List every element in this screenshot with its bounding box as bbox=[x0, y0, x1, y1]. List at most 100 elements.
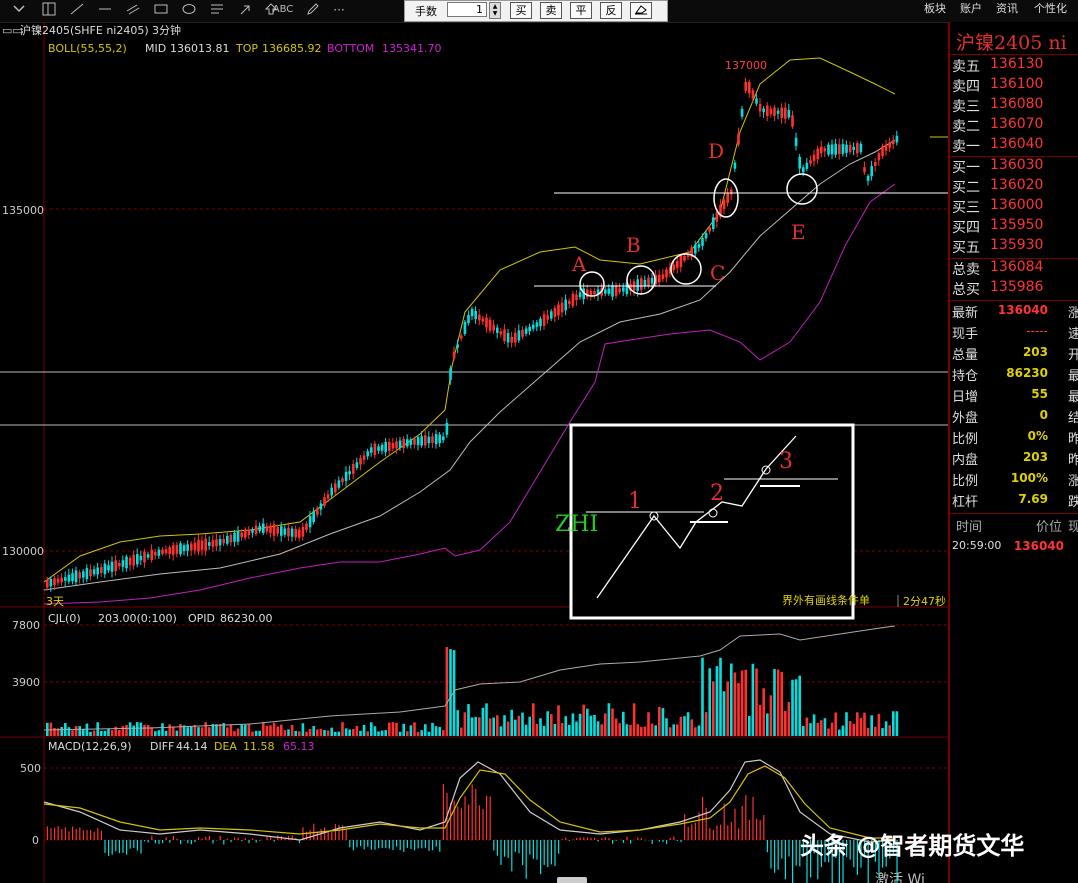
macd-bar bbox=[543, 840, 545, 865]
flat-button[interactable]: 平 bbox=[570, 2, 592, 19]
ask-3[interactable]: 卖三 136080 bbox=[952, 96, 1078, 116]
boll-bottom-label: BOTTOM bbox=[327, 42, 374, 55]
qty-stepper[interactable]: ▲ ▼ bbox=[489, 2, 501, 19]
y-tick-130000: 130000 bbox=[2, 545, 44, 558]
candle-body bbox=[676, 261, 679, 268]
stat-daily-change: 日增 55 最 bbox=[952, 387, 1078, 405]
buy-button[interactable]: 买 bbox=[510, 2, 532, 19]
macd-bar bbox=[784, 840, 786, 880]
macd-bar bbox=[144, 840, 146, 842]
macd-bar bbox=[766, 840, 768, 853]
stat-outer-volume: 外盘 0 结 bbox=[952, 408, 1078, 426]
candle-body bbox=[406, 439, 409, 447]
volume-bar bbox=[85, 723, 89, 736]
volume-bar bbox=[132, 725, 135, 736]
rectangle-icon[interactable] bbox=[152, 2, 170, 18]
macd-bar bbox=[288, 835, 290, 840]
candle-body bbox=[643, 279, 647, 286]
volume-bar bbox=[528, 716, 531, 736]
macd-bar bbox=[241, 840, 243, 842]
line-icon[interactable] bbox=[68, 2, 86, 18]
candle-body bbox=[100, 567, 103, 573]
ask-1[interactable]: 卖一 136040 bbox=[952, 136, 1078, 156]
volume-bar bbox=[118, 729, 121, 736]
candle-body bbox=[888, 142, 891, 148]
macd-bar bbox=[536, 840, 538, 860]
qty-input[interactable] bbox=[447, 2, 487, 17]
volume-bar bbox=[766, 713, 769, 736]
bid-1[interactable]: 买一 136030 bbox=[952, 157, 1078, 177]
bid-5[interactable]: 买五 135930 bbox=[952, 237, 1078, 257]
parallel-line-icon[interactable] bbox=[124, 2, 142, 18]
period-selector[interactable]: 3分钟 bbox=[152, 23, 181, 37]
volume-bar bbox=[82, 729, 85, 736]
volume-bar bbox=[499, 726, 503, 736]
user-drawings[interactable]: A B C D E bbox=[534, 139, 948, 297]
volume-bar bbox=[366, 731, 369, 736]
candle-body bbox=[485, 317, 488, 328]
ask-5[interactable]: 卖五 136130 bbox=[952, 56, 1078, 76]
macd-bar bbox=[666, 840, 668, 844]
candle-body bbox=[866, 175, 870, 181]
candle-body bbox=[622, 287, 625, 292]
volume-bar bbox=[708, 668, 711, 736]
candle-body bbox=[136, 554, 139, 565]
candle-body bbox=[776, 110, 780, 114]
arrow-icon[interactable] bbox=[236, 2, 254, 18]
volume-bar bbox=[280, 724, 283, 736]
macd-bar bbox=[90, 830, 92, 840]
volume-bar bbox=[413, 722, 416, 736]
macd-bar bbox=[514, 840, 516, 852]
fibonacci-icon[interactable] bbox=[208, 2, 226, 18]
volume-bar bbox=[89, 731, 92, 736]
volume-bar bbox=[834, 712, 837, 736]
macd-bar bbox=[68, 831, 70, 840]
candle-body bbox=[809, 160, 812, 164]
candle-body bbox=[370, 447, 373, 453]
candle-body bbox=[251, 529, 254, 533]
macd-bar bbox=[212, 840, 214, 844]
sell-button[interactable]: 卖 bbox=[540, 2, 562, 19]
layout-icon[interactable] bbox=[40, 2, 58, 18]
menu-news[interactable]: 资讯 bbox=[996, 0, 1018, 16]
candle-body bbox=[575, 294, 578, 301]
macd-bar bbox=[673, 836, 675, 840]
reverse-button[interactable]: 反 bbox=[600, 2, 622, 19]
volume-bar bbox=[380, 730, 384, 736]
text-tool[interactable]: ABC bbox=[272, 2, 294, 18]
macd-bar bbox=[248, 840, 250, 844]
volume-bar bbox=[103, 730, 107, 736]
eraser-icon[interactable] bbox=[630, 2, 652, 19]
macd-bar bbox=[522, 840, 524, 866]
menu-sector[interactable]: 板块 bbox=[924, 0, 946, 16]
volume-bar bbox=[589, 715, 593, 736]
volume-bar bbox=[884, 721, 888, 736]
volume-bar bbox=[838, 729, 841, 736]
pencil-icon[interactable] bbox=[304, 2, 322, 18]
candle-body bbox=[748, 81, 751, 94]
chevron-down-icon[interactable] bbox=[10, 2, 28, 18]
ellipse-icon[interactable] bbox=[180, 2, 198, 18]
bid-2[interactable]: 买二 136020 bbox=[952, 177, 1078, 197]
macd-bar bbox=[331, 831, 333, 840]
menu-account[interactable]: 账户 bbox=[960, 0, 982, 16]
macd-bar bbox=[540, 840, 542, 875]
volume-bar bbox=[424, 724, 427, 736]
candle-body bbox=[64, 577, 67, 581]
candle-body bbox=[146, 554, 150, 558]
macd-bar bbox=[273, 840, 275, 842]
ask-4[interactable]: 卖四 136100 bbox=[952, 76, 1078, 96]
macd-bar bbox=[716, 825, 718, 840]
menu-personalize[interactable]: 个性化 bbox=[1034, 0, 1067, 16]
ask-2[interactable]: 卖二 136070 bbox=[952, 116, 1078, 136]
horizontal-line-icon[interactable] bbox=[96, 2, 114, 18]
inset-diagram[interactable]: ZHI 1 2 3 界外有画线条件单 bbox=[555, 423, 870, 620]
more-icon[interactable]: ··· bbox=[330, 2, 348, 18]
macd-bar bbox=[756, 818, 758, 840]
scroll-handle[interactable] bbox=[557, 877, 587, 883]
bid-3[interactable]: 买三 136000 bbox=[952, 197, 1078, 217]
macd-bar bbox=[590, 837, 592, 840]
boll-mid-value: 136013.81 bbox=[170, 42, 230, 55]
chart-area[interactable]: ▭▭ 沪镍2405(SHFE ni2405) 3分钟 BOLL(55,55,2)… bbox=[0, 22, 948, 883]
bid-4[interactable]: 买四 135950 bbox=[952, 217, 1078, 237]
